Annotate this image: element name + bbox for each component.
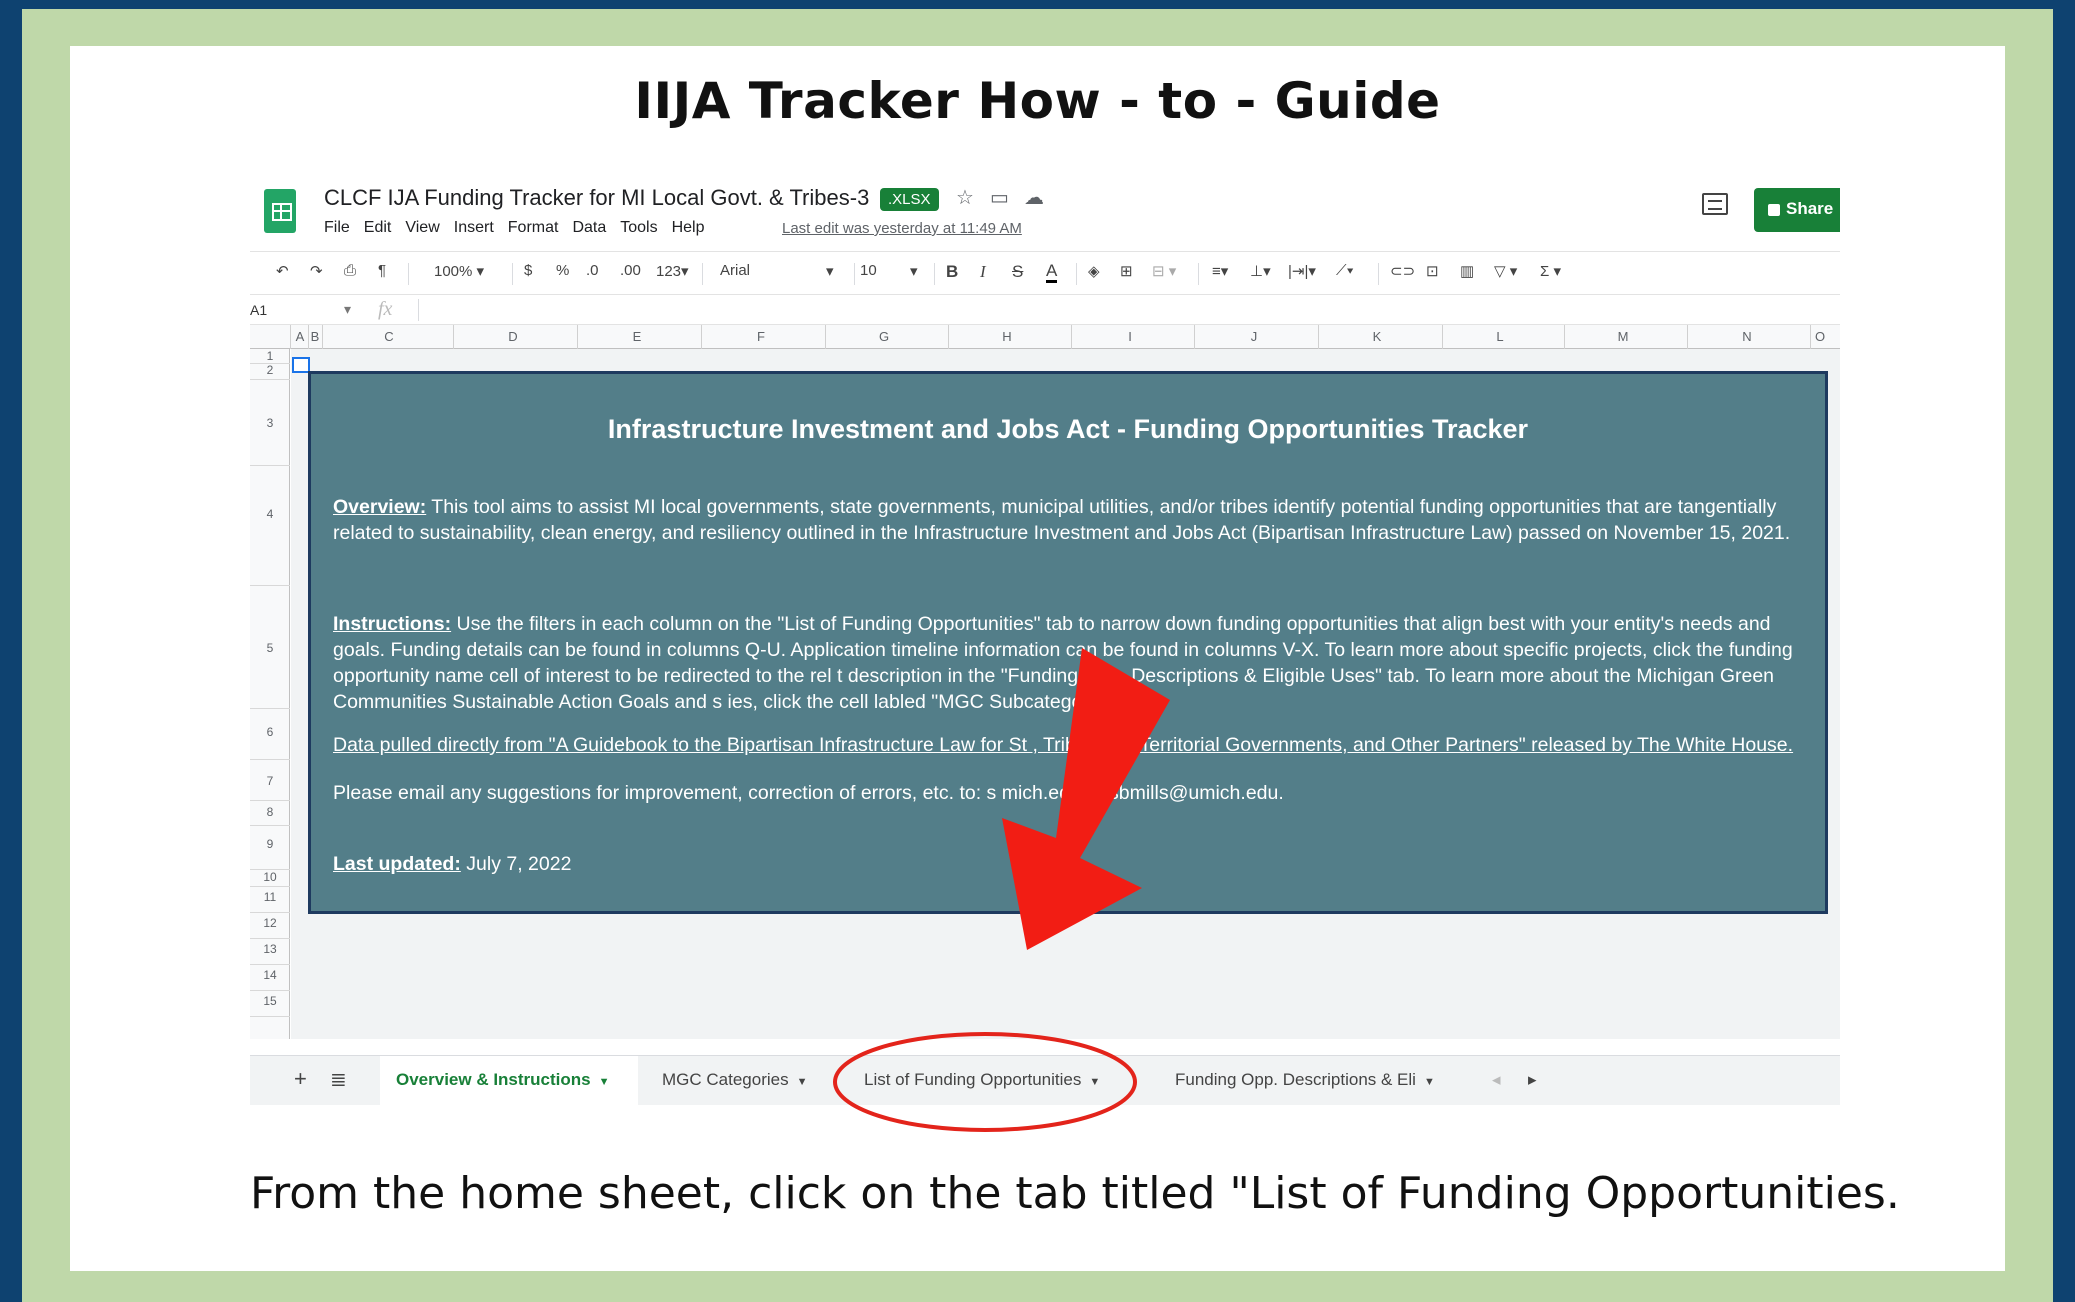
instruction-caption: From the home sheet, click on the tab ti…: [250, 1168, 1900, 1219]
annotation-overlay: [833, 648, 1170, 1132]
red-arrow-icon: [1002, 648, 1170, 950]
highlight-circle: [833, 1032, 1137, 1132]
